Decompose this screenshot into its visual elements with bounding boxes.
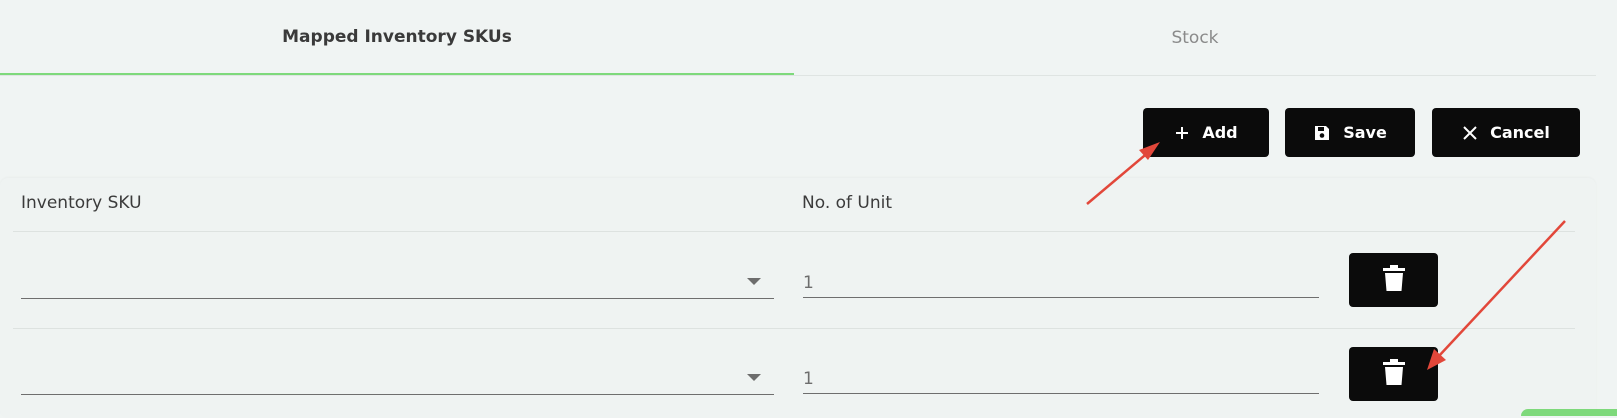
add-button[interactable]: Add bbox=[1143, 108, 1269, 157]
trash-icon bbox=[1382, 359, 1405, 389]
delete-row-button[interactable] bbox=[1349, 253, 1438, 307]
save-button[interactable]: Save bbox=[1285, 108, 1415, 157]
chevron-down-icon[interactable] bbox=[747, 374, 761, 381]
trash-icon bbox=[1382, 265, 1405, 295]
column-header-inventory-sku: Inventory SKU bbox=[21, 193, 142, 213]
add-button-label: Add bbox=[1202, 123, 1238, 142]
chevron-down-icon[interactable] bbox=[747, 278, 761, 285]
tab-bar: Mapped Inventory SKUs Stock bbox=[0, 0, 1596, 76]
tab-mapped-inventory-skus[interactable]: Mapped Inventory SKUs bbox=[0, 0, 794, 75]
cancel-button-label: Cancel bbox=[1490, 123, 1550, 142]
plus-icon bbox=[1174, 125, 1190, 141]
cancel-button[interactable]: Cancel bbox=[1432, 108, 1580, 157]
tab-stock[interactable]: Stock bbox=[794, 0, 1596, 75]
green-accent-corner bbox=[1521, 409, 1617, 416]
save-icon bbox=[1313, 124, 1331, 142]
units-input[interactable]: 1 bbox=[803, 362, 1319, 394]
delete-row-button[interactable] bbox=[1349, 347, 1438, 401]
close-icon bbox=[1462, 125, 1478, 141]
column-header-no-of-unit: No. of Unit bbox=[802, 193, 893, 213]
row-divider bbox=[13, 328, 1575, 329]
header-divider bbox=[13, 231, 1575, 232]
inventory-sku-select[interactable] bbox=[21, 266, 774, 299]
units-input[interactable]: 1 bbox=[803, 266, 1319, 298]
inventory-sku-select[interactable] bbox=[21, 362, 774, 395]
save-button-label: Save bbox=[1343, 123, 1387, 142]
